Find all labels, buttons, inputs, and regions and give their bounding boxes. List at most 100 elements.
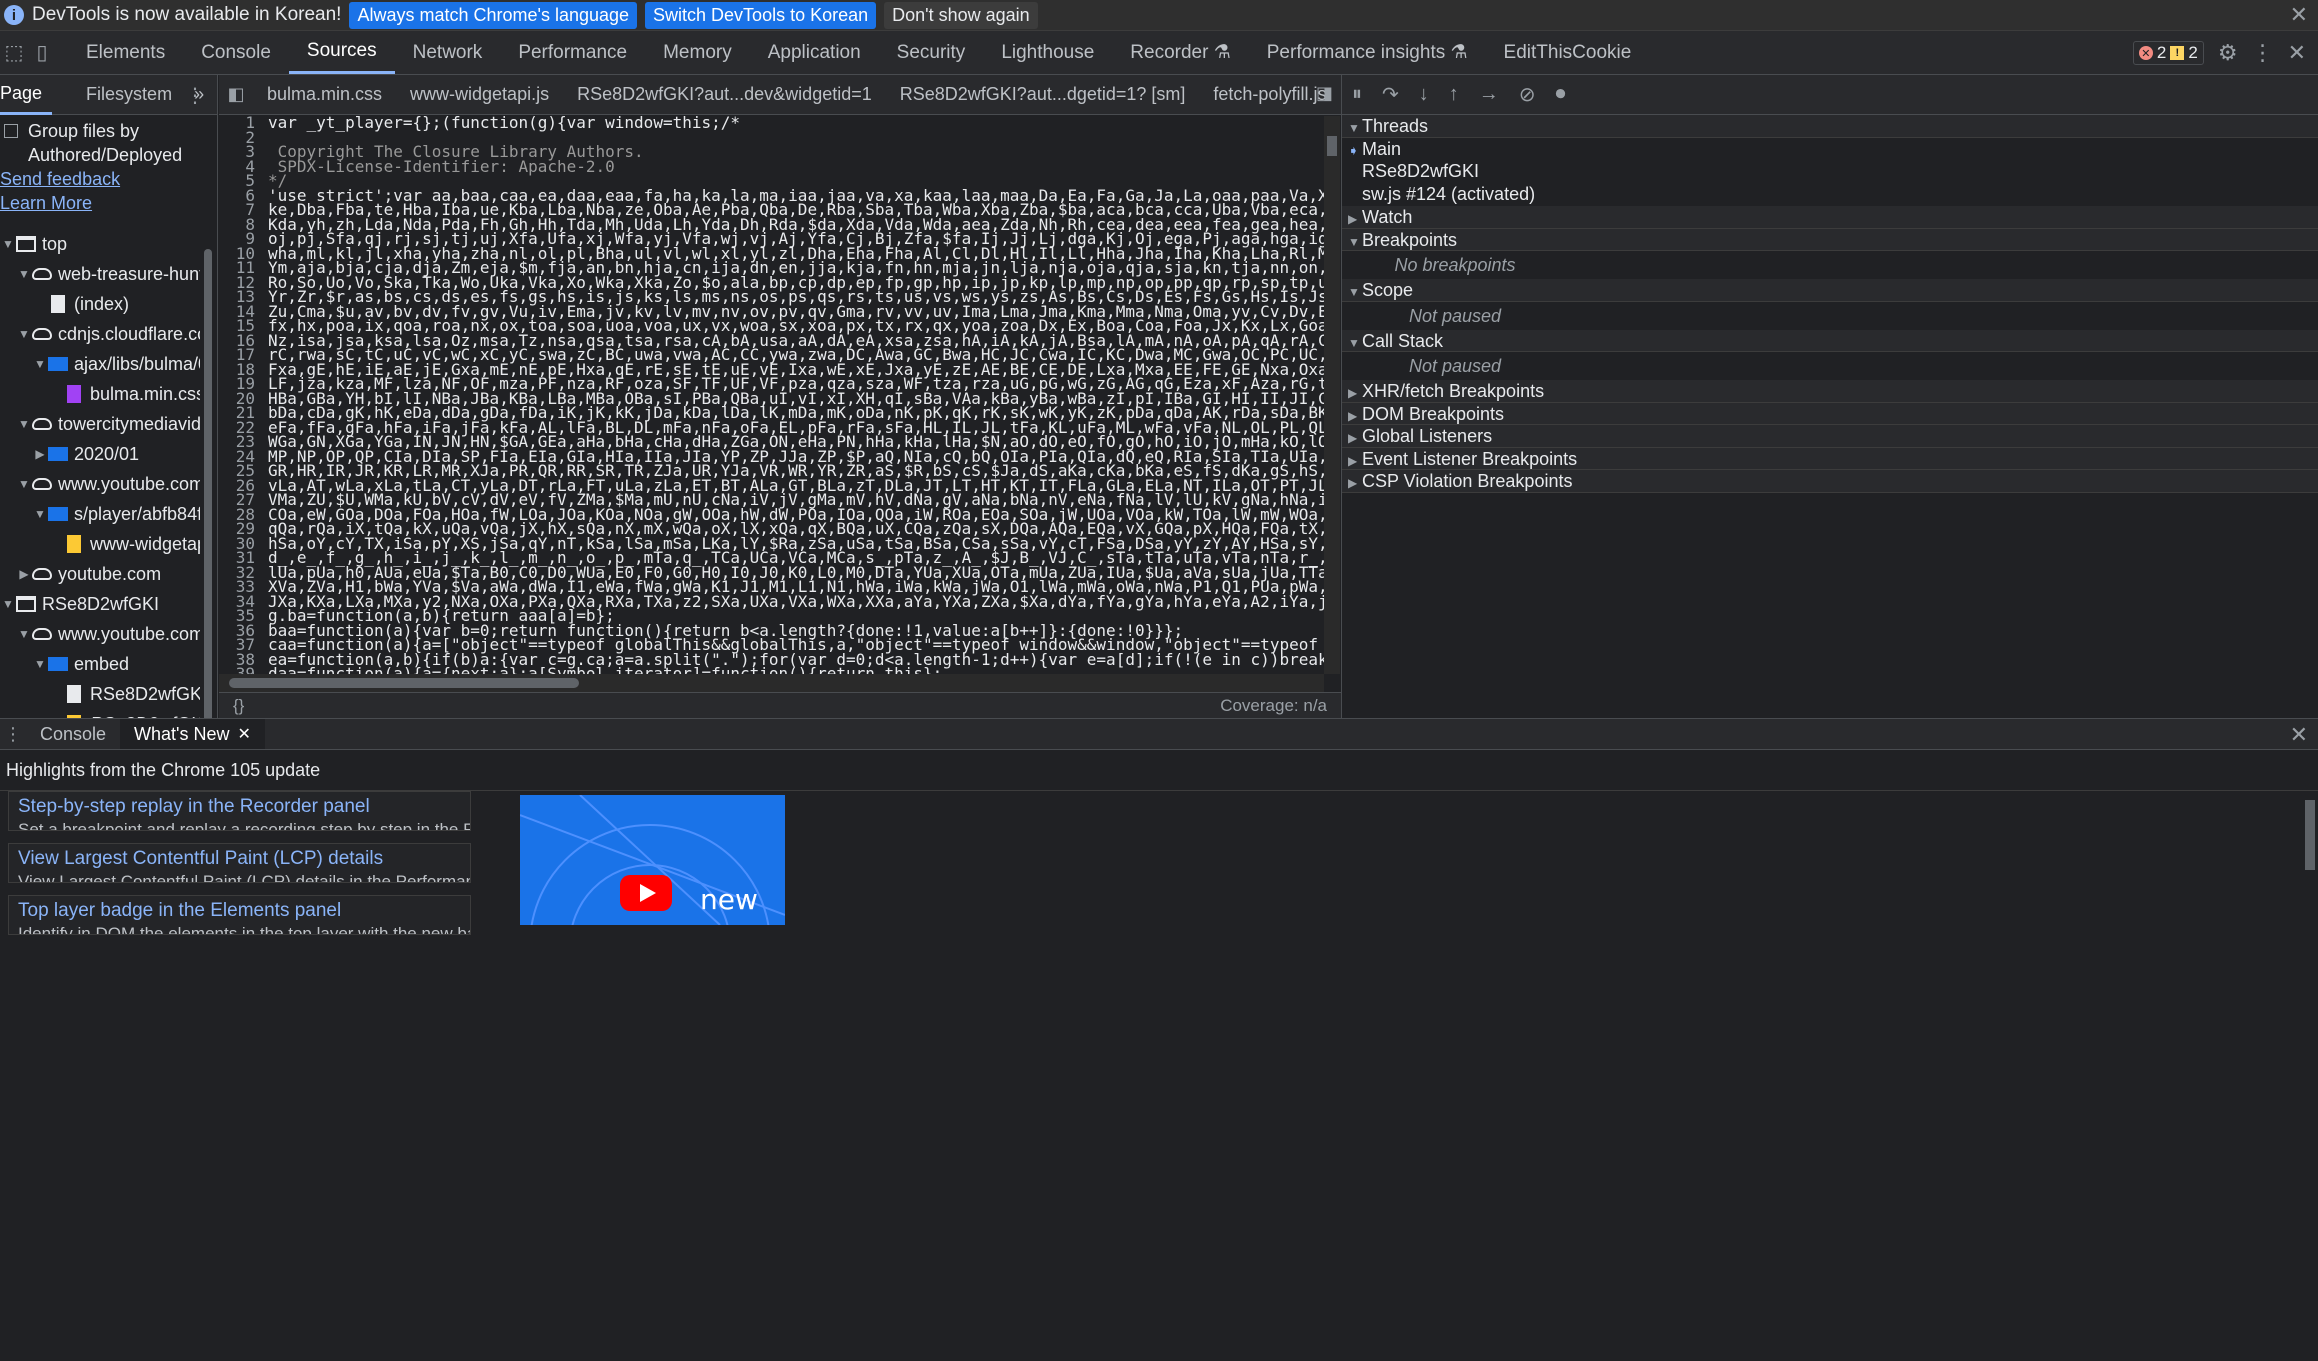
feature-card-recorder[interactable]: Step-by-step replay in the Recorder pane… (8, 791, 471, 831)
expand-arrow-icon[interactable]: ▼ (32, 649, 48, 679)
group-files-checkbox[interactable] (4, 124, 18, 138)
tree-item[interactable]: bulma.min.css (0, 379, 200, 409)
gear-icon[interactable]: ⚙ (2218, 40, 2238, 66)
feature-title[interactable]: Step-by-step replay in the Recorder pane… (18, 796, 461, 818)
pause-icon[interactable]: ⏸ (1352, 83, 1362, 106)
expand-arrow-icon[interactable]: ▼ (32, 349, 48, 379)
tree-item[interactable]: ▼ embed (0, 649, 200, 679)
more-options-icon[interactable]: ⋮ (2252, 40, 2274, 66)
switch-to-korean-button[interactable]: Switch DevTools to Korean (645, 1, 877, 29)
expand-arrow-icon[interactable]: ▼ (16, 619, 32, 649)
pretty-print-button[interactable]: {} (233, 696, 244, 716)
tree-item[interactable]: ▼ web-treasure-hunt-e9a4730c2 (0, 259, 200, 289)
editor-tab[interactable]: bulma.min.css (253, 75, 396, 114)
issues-badge[interactable]: ✕ 2 ! 2 (2132, 41, 2204, 65)
expand-arrow-icon[interactable]: ▼ (0, 589, 16, 619)
tab-whats-new[interactable]: What's New ✕ (120, 719, 265, 749)
tree-item[interactable]: ▼ www.youtube.com (0, 619, 200, 649)
tree-item[interactable]: www-widgetapi.js (0, 529, 200, 559)
send-feedback-link[interactable]: Send feedback (0, 167, 217, 191)
tab-performance-insights[interactable]: Performance insights ⚗ (1249, 31, 1486, 74)
dom-breakpoints-header[interactable]: ▶ DOM Breakpoints (1342, 402, 2318, 425)
tab-page[interactable]: Page (0, 75, 53, 115)
pause-on-exceptions-icon[interactable]: ⏺ (1556, 83, 1566, 106)
tree-item[interactable]: ▼ www.youtube.com (0, 469, 200, 499)
close-drawer-icon[interactable]: ✕ (2290, 722, 2308, 748)
breakpoints-section-header[interactable]: ▼ Breakpoints (1342, 228, 2318, 251)
scrollbar-thumb[interactable] (2305, 800, 2315, 870)
code-line[interactable]: 4 SPDX-License-Identifier: Apache-2.0 (219, 158, 1324, 175)
threads-section-header[interactable]: ▼ Threads (1342, 115, 2318, 138)
csp-violation-breakpoints-header[interactable]: ▶ CSP Violation Breakpoints (1342, 470, 2318, 493)
device-toolbar-icon[interactable]: ▯ (28, 31, 56, 74)
tree-item[interactable]: ▶ 2020/01 (0, 439, 200, 469)
tab-network[interactable]: Network (395, 31, 501, 74)
watch-section-header[interactable]: ▶ Watch (1342, 206, 2318, 229)
tree-item[interactable]: ▶ youtube.com (0, 559, 200, 589)
scrollbar-thumb[interactable] (1327, 136, 1337, 156)
tree-item[interactable]: ▼ s/player/abfb84fe/www-wid (0, 499, 200, 529)
expand-arrow-icon[interactable]: ▼ (32, 499, 48, 529)
tab-editthiscookie[interactable]: EditThisCookie (1486, 31, 1650, 74)
editor-vertical-scrollbar[interactable] (1324, 116, 1340, 674)
expand-arrow-icon[interactable]: ▶ (32, 439, 48, 469)
inspect-element-icon[interactable]: ⬚ (0, 31, 28, 74)
tree-item[interactable]: ▼ RSe8D2wfGKI (0, 589, 200, 619)
xhr-breakpoints-header[interactable]: ▶ XHR/fetch Breakpoints (1342, 380, 2318, 403)
thread-sw-js[interactable]: sw.js #124 (activated) (1342, 183, 2318, 206)
global-listeners-header[interactable]: ▶ Global Listeners (1342, 425, 2318, 448)
toggle-debugger-icon[interactable]: ◨ (1316, 83, 1333, 104)
call-stack-section-header[interactable]: ▼ Call Stack (1342, 329, 2318, 352)
thread-rse8d2wfgki[interactable]: RSe8D2wfGKI (1342, 160, 2318, 183)
tree-item[interactable]: (index) (0, 289, 200, 319)
step-icon[interactable]: → (1479, 83, 1499, 106)
tab-elements[interactable]: Elements (68, 31, 183, 74)
feature-card-top-layer[interactable]: Top layer badge in the Elements panel Id… (8, 895, 471, 935)
code-line[interactable]: 1 var _yt_player={};(function(g){var wind… (219, 116, 1324, 131)
whats-new-scrollbar[interactable] (2302, 790, 2318, 1361)
feature-title[interactable]: Top layer badge in the Elements panel (18, 900, 461, 922)
navigator-menu-icon[interactable]: ⋮ (185, 83, 205, 108)
expand-arrow-icon[interactable]: ▼ (16, 409, 32, 439)
line-number[interactable]: 39 (219, 666, 261, 674)
tab-console[interactable]: Console (26, 719, 120, 749)
learn-more-link[interactable]: Learn More (0, 191, 217, 215)
step-into-icon[interactable]: ↓ (1419, 83, 1429, 106)
expand-arrow-icon[interactable]: ▼ (0, 229, 16, 259)
feature-title[interactable]: View Largest Contentful Paint (LCP) deta… (18, 848, 461, 870)
tab-sources[interactable]: Sources (288, 31, 395, 74)
dont-show-again-button[interactable]: Don't show again (884, 1, 1038, 29)
step-over-icon[interactable]: ↷ (1382, 82, 1399, 107)
tab-console[interactable]: Console (183, 31, 289, 74)
tree-item[interactable]: ▼ ajax/libs/bulma/0.7.2/css (0, 349, 200, 379)
close-icon[interactable]: ✕ (2290, 2, 2308, 28)
tab-security[interactable]: Security (879, 31, 984, 74)
tab-filesystem[interactable]: Filesystem (52, 75, 182, 115)
drawer-menu-icon[interactable]: ⋮ (0, 719, 26, 749)
tab-lighthouse[interactable]: Lighthouse (983, 31, 1112, 74)
code-editor[interactable]: 1 var _yt_player={};(function(g){var wind… (219, 116, 1324, 674)
tree-item[interactable]: RSe8D2wfGKI?autoplay (0, 679, 200, 709)
close-devtools-icon[interactable]: ✕ (2288, 40, 2306, 66)
editor-tab[interactable]: www-widgetapi.js (396, 75, 563, 114)
thread-main[interactable]: ➧ Main (1342, 138, 2318, 161)
deactivate-breakpoints-icon[interactable]: ⊘ (1519, 82, 1536, 107)
close-tab-icon[interactable]: ✕ (238, 724, 251, 744)
editor-horizontal-scrollbar[interactable] (219, 674, 1324, 692)
scrollbar-thumb[interactable] (229, 678, 579, 688)
expand-arrow-icon[interactable]: ▼ (16, 319, 32, 349)
event-listener-breakpoints-header[interactable]: ▶ Event Listener Breakpoints (1342, 447, 2318, 470)
editor-tab[interactable]: RSe8D2wfGKI?aut...dgetid=1? [sm] (886, 75, 1200, 114)
scope-section-header[interactable]: ▼ Scope (1342, 279, 2318, 302)
always-match-language-button[interactable]: Always match Chrome's language (349, 1, 638, 29)
tree-item[interactable]: ▼ top (0, 229, 200, 259)
expand-arrow-icon[interactable]: ▼ (16, 469, 32, 499)
expand-arrow-icon[interactable]: ▼ (16, 259, 32, 289)
tab-performance[interactable]: Performance (500, 31, 645, 74)
toggle-navigator-icon[interactable]: ◧ (219, 75, 253, 114)
tab-recorder[interactable]: Recorder ⚗ (1112, 31, 1248, 74)
expand-arrow-icon[interactable]: ▶ (16, 559, 32, 589)
step-out-icon[interactable]: ↑ (1449, 83, 1459, 106)
editor-tab[interactable]: RSe8D2wfGKI?aut...dev&widgetid=1 (563, 75, 886, 114)
tree-item[interactable]: ▼ cdnjs.cloudflare.com (0, 319, 200, 349)
